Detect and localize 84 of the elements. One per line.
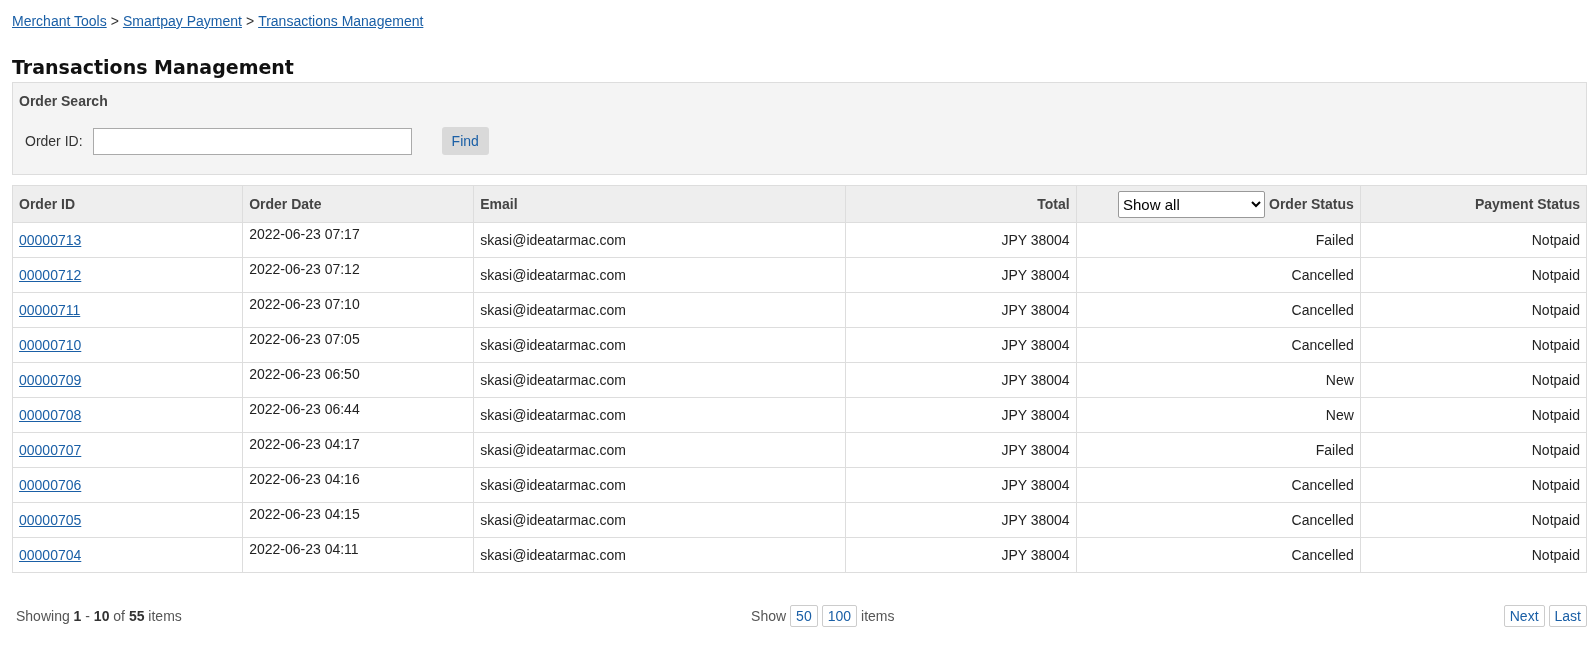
- table-cell: Notpaid: [1360, 327, 1587, 363]
- table-cell: Cancelled: [1076, 502, 1361, 538]
- table-cell: skasi@ideatarmac.com: [473, 292, 845, 328]
- order-id-link[interactable]: 00000706: [19, 477, 82, 493]
- table-cell: skasi@ideatarmac.com: [473, 537, 845, 573]
- order-id-link[interactable]: 00000704: [19, 547, 82, 563]
- order-id-link[interactable]: 00000705: [19, 512, 82, 528]
- table-cell: Notpaid: [1360, 257, 1587, 293]
- table-cell: 2022-06-23 04:16: [242, 467, 474, 503]
- column-header[interactable]: Order Status: [1269, 196, 1354, 212]
- breadcrumb-separator: >: [110, 13, 119, 29]
- table-cell: 2022-06-23 07:05: [242, 327, 474, 363]
- table-cell: Cancelled: [1076, 292, 1361, 328]
- table-cell: 2022-06-23 04:11: [242, 537, 474, 573]
- table-cell: JPY 38004: [845, 292, 1077, 328]
- column-header[interactable]: Order Date: [242, 185, 474, 223]
- table-cell: JPY 38004: [845, 397, 1077, 433]
- order-id-field[interactable]: [92, 127, 412, 155]
- table-cell: Failed: [1076, 222, 1361, 258]
- order-id-link[interactable]: 00000708: [19, 407, 82, 423]
- table-cell: 2022-06-23 07:10: [242, 292, 474, 328]
- table-cell: JPY 38004: [845, 502, 1077, 538]
- table-cell: JPY 38004: [845, 537, 1077, 573]
- table-cell: skasi@ideatarmac.com: [473, 397, 845, 433]
- breadcrumb-separator: >: [245, 13, 255, 29]
- table-cell: skasi@ideatarmac.com: [473, 257, 845, 293]
- column-header[interactable]: Email: [473, 185, 845, 223]
- table-cell: New: [1076, 397, 1361, 433]
- pagination-button[interactable]: Next: [1503, 605, 1545, 627]
- breadcrumb-link[interactable]: Smartpay Payment: [122, 13, 242, 29]
- table-cell: New: [1076, 362, 1361, 398]
- find-button[interactable]: Find: [441, 127, 489, 155]
- breadcrumb-link[interactable]: Transactions Management: [258, 13, 424, 29]
- show-label: Show: [751, 608, 787, 624]
- table-cell: skasi@ideatarmac.com: [473, 502, 845, 538]
- order-id-link[interactable]: 00000711: [19, 302, 81, 318]
- table-cell: JPY 38004: [845, 257, 1077, 293]
- table-cell: 2022-06-23 06:44: [242, 397, 474, 433]
- page-size-button[interactable]: 50: [790, 605, 818, 627]
- table-cell: JPY 38004: [845, 222, 1077, 258]
- items-count: Showing 1 - 10 of 55 items: [15, 608, 182, 624]
- table-cell: Notpaid: [1360, 292, 1587, 328]
- field-label: Order ID:: [25, 133, 83, 149]
- table-cell: skasi@ideatarmac.com: [473, 362, 845, 398]
- table-cell: 2022-06-23 04:15: [242, 502, 474, 538]
- section-title: Order Search: [19, 93, 109, 109]
- order-id-link[interactable]: 00000707: [19, 442, 82, 458]
- order-id-link[interactable]: 00000712: [19, 267, 82, 283]
- breadcrumb-link[interactable]: Merchant Tools: [12, 13, 107, 29]
- table-cell: Notpaid: [1360, 502, 1587, 538]
- table-cell: JPY 38004: [845, 432, 1077, 468]
- table-cell: Notpaid: [1360, 397, 1587, 433]
- status-filter-dropdown[interactable]: Show all: [1118, 190, 1265, 218]
- order-id-link[interactable]: 00000709: [19, 372, 82, 388]
- table-cell: JPY 38004: [845, 327, 1077, 363]
- table-cell: 2022-06-23 07:17: [242, 222, 474, 258]
- table-cell: skasi@ideatarmac.com: [473, 327, 845, 363]
- table-cell: Cancelled: [1076, 537, 1361, 573]
- table-cell: 2022-06-23 06:50: [242, 362, 474, 398]
- order-id-link[interactable]: 00000710: [19, 337, 82, 353]
- page-size-button[interactable]: 100: [821, 605, 858, 627]
- pagination-button[interactable]: Last: [1548, 605, 1587, 627]
- table-cell: 2022-06-23 04:17: [242, 432, 474, 468]
- table-cell: 2022-06-23 07:12: [242, 257, 474, 293]
- table-cell: skasi@ideatarmac.com: [473, 222, 845, 258]
- column-header[interactable]: Total: [845, 185, 1077, 223]
- order-id-link[interactable]: 00000713: [19, 232, 82, 248]
- column-header[interactable]: Order ID: [12, 185, 243, 223]
- table-cell: Notpaid: [1360, 432, 1587, 468]
- table-cell: skasi@ideatarmac.com: [473, 432, 845, 468]
- table-cell: Notpaid: [1360, 537, 1587, 573]
- page-title: Transactions Management: [12, 56, 295, 78]
- table-cell: Notpaid: [1360, 467, 1587, 503]
- table-cell: Cancelled: [1076, 467, 1361, 503]
- column-header[interactable]: Payment Status: [1360, 185, 1587, 223]
- table-cell: Failed: [1076, 432, 1361, 468]
- table-cell: skasi@ideatarmac.com: [473, 467, 845, 503]
- table-cell: JPY 38004: [845, 467, 1077, 503]
- table-cell: JPY 38004: [845, 362, 1077, 398]
- table-cell: Cancelled: [1076, 257, 1361, 293]
- items-label: items: [861, 608, 895, 624]
- table-cell: Notpaid: [1360, 222, 1587, 258]
- table-cell: Notpaid: [1360, 362, 1587, 398]
- table-cell: Cancelled: [1076, 327, 1361, 363]
